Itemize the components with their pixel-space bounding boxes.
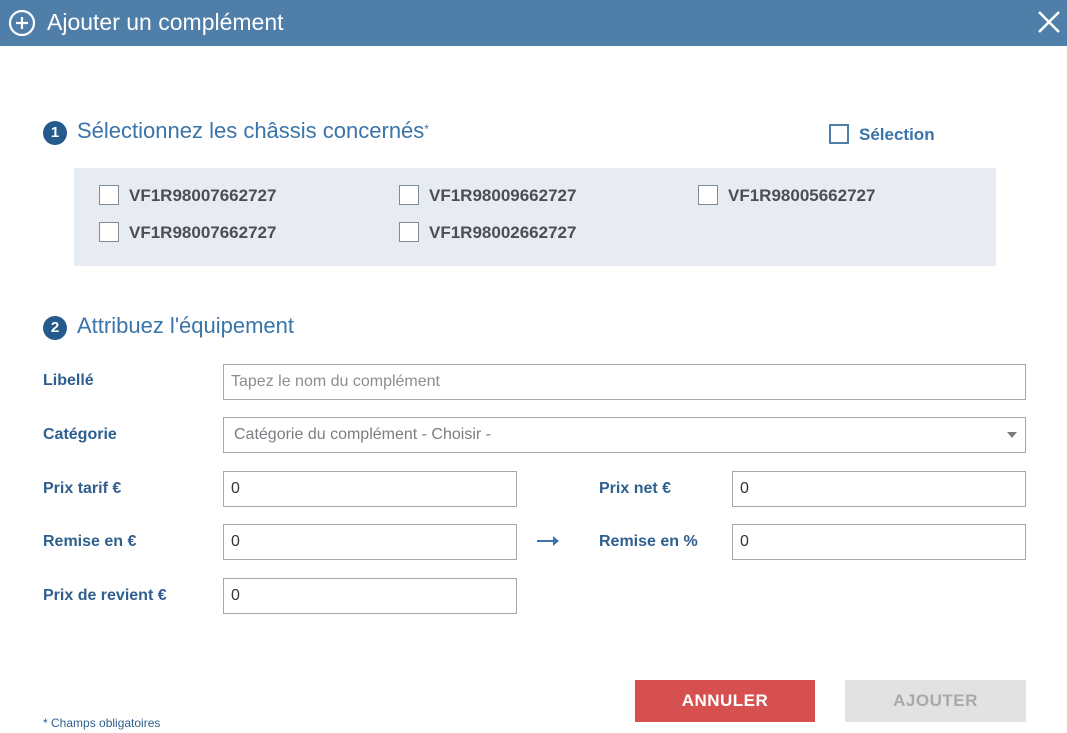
select-all-label[interactable]: Sélection [859,125,935,145]
chassis-label[interactable]: VF1R98007662727 [129,223,276,243]
remise-pct-input[interactable] [732,524,1026,560]
categorie-select[interactable]: Catégorie du complément - Choisir - [223,417,1026,453]
required-fields-note: * Champs obligatoires [43,716,161,730]
dialog-title: Ajouter un complément [47,9,284,35]
chassis-label[interactable]: VF1R98005662727 [728,186,875,206]
prix-net-input[interactable] [732,471,1026,507]
remise-pct-label: Remise en % [599,533,698,550]
chevron-down-icon [1007,432,1017,438]
libelle-input[interactable] [223,364,1026,400]
step-1-number: 1 [43,121,67,145]
chassis-label[interactable]: VF1R98007662727 [129,186,276,206]
step-1-title-text: Sélectionnez les châssis concernés [77,118,425,143]
prix-revient-input[interactable] [223,578,517,614]
libelle-label: Libellé [43,372,94,389]
chassis-label[interactable]: VF1R98009662727 [429,186,576,206]
prix-tarif-label: Prix tarif € [43,480,122,497]
required-mark: * [424,122,429,136]
prix-net-label: Prix net € [599,480,672,497]
step-2-title: Attribuez l'équipement [77,313,294,338]
plus-circle-icon [8,9,36,37]
close-icon[interactable] [1036,9,1062,35]
categorie-select-value: Catégorie du complément - Choisir - [234,426,491,443]
chassis-panel [74,168,996,266]
chassis-checkbox[interactable] [99,185,119,205]
cancel-button[interactable]: ANNULER [635,680,815,722]
chassis-checkbox[interactable] [399,222,419,242]
step-2-number: 2 [43,316,67,340]
chassis-checkbox[interactable] [99,222,119,242]
remise-eur-label: Remise en € [43,533,137,550]
dialog-header: Ajouter un complément [0,0,1067,46]
chassis-label[interactable]: VF1R98002662727 [429,223,576,243]
chassis-checkbox[interactable] [399,185,419,205]
remise-eur-input[interactable] [223,524,517,560]
prix-tarif-input[interactable] [223,471,517,507]
categorie-label: Catégorie [43,426,117,443]
chassis-checkbox[interactable] [698,185,718,205]
step-1-title: Sélectionnez les châssis concernés* [77,117,429,145]
arrow-right-icon [537,536,559,546]
select-all-checkbox[interactable] [829,124,849,144]
add-button[interactable]: AJOUTER [845,680,1026,722]
prix-revient-label: Prix de revient € [43,587,167,604]
